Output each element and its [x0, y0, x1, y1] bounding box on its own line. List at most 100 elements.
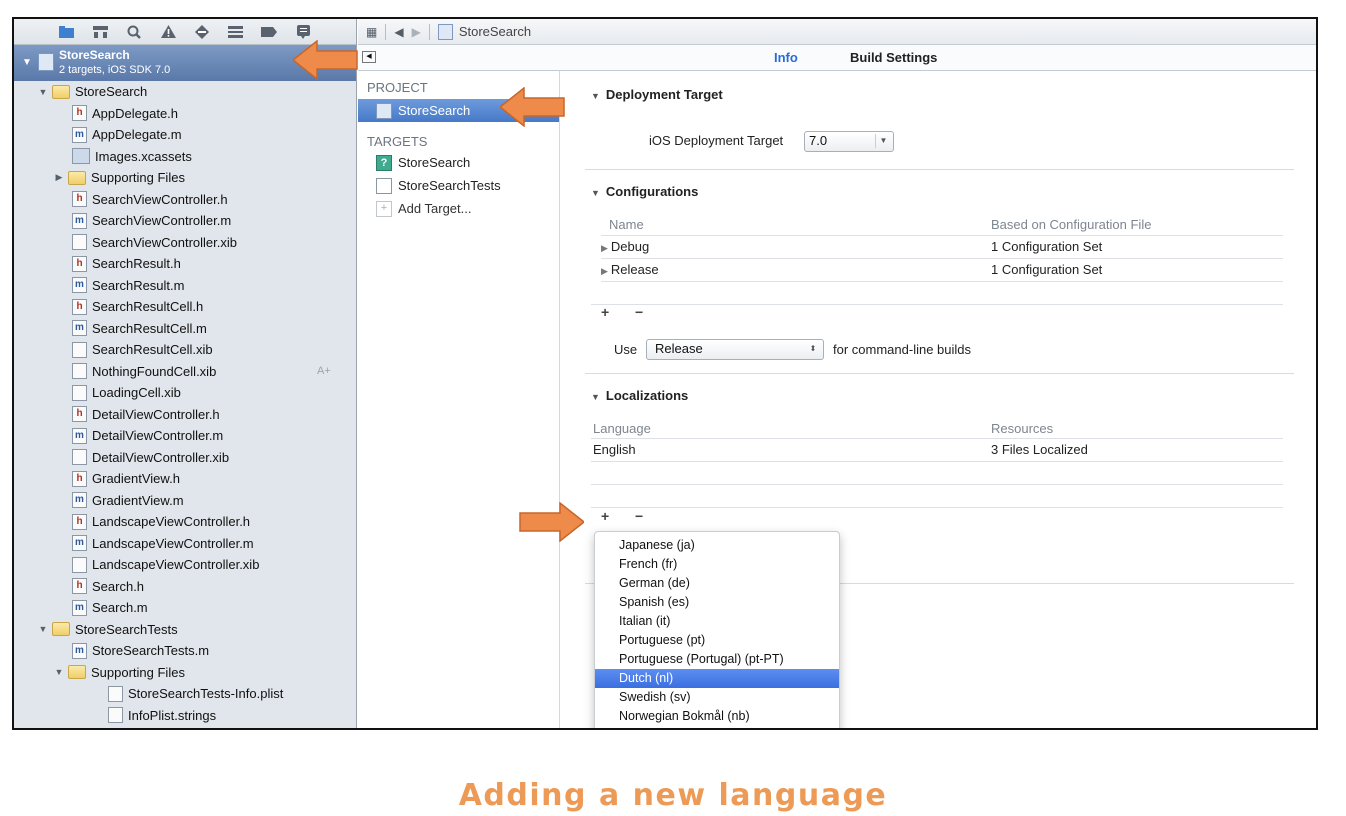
menu-item-language[interactable]: Swedish (sv) — [595, 688, 839, 707]
file-row[interactable]: h SearchResult.h — [14, 253, 356, 275]
file-row[interactable]: h Search.h — [14, 576, 356, 598]
callout-arrow-icon — [500, 87, 565, 127]
jumpbar-separator — [428, 23, 430, 40]
menu-item-language[interactable]: Portuguese (pt) — [595, 631, 839, 650]
project-file-icon — [376, 102, 392, 119]
file-row[interactable]: m StoreSearchTests.m — [14, 640, 356, 662]
group-row[interactable]: ▼ Supporting Files — [14, 662, 356, 684]
deployment-target-header[interactable]: ▼ Deployment Target — [591, 87, 723, 102]
group-row[interactable]: ▶ Supporting Files — [14, 167, 356, 189]
file-row[interactable]: h AppDelegate.h — [14, 103, 356, 125]
file-label: SearchResultCell.xib — [92, 342, 213, 358]
disclosure-open-icon[interactable]: ▼ — [22, 57, 32, 68]
remove-localization-button[interactable]: − — [635, 508, 643, 524]
tab-build-settings[interactable]: Build Settings — [850, 50, 937, 65]
file-row[interactable]: m DetailViewController.m — [14, 425, 356, 447]
breakpoint-diamond-icon[interactable] — [194, 24, 210, 39]
folder-icon — [52, 622, 70, 637]
tag-icon[interactable] — [261, 25, 278, 39]
command-line-config-popup[interactable]: Release ⬍ — [646, 339, 824, 360]
menu-item-language[interactable]: French (fr) — [595, 555, 839, 574]
remove-configuration-button[interactable]: − — [635, 304, 643, 320]
command-line-config-value: Release — [655, 341, 703, 356]
warning-icon[interactable] — [160, 25, 176, 39]
file-row[interactable]: Images.xcassets — [14, 146, 356, 168]
file-row[interactable]: h SearchViewController.h — [14, 189, 356, 211]
menu-item-language[interactable]: Dutch (nl) — [595, 669, 839, 688]
add-localization-button[interactable]: + — [601, 508, 609, 524]
folder-icon[interactable] — [59, 25, 75, 39]
hide-targets-toggle-icon[interactable]: ◀ — [362, 51, 376, 63]
log-bubble-icon[interactable] — [295, 24, 311, 39]
target-item-storesearchtests[interactable]: StoreSearchTests — [358, 174, 559, 197]
file-row[interactable]: m LandscapeViewController.m — [14, 533, 356, 555]
configurations-header[interactable]: ▼ Configurations — [591, 184, 698, 199]
list-icon[interactable] — [228, 25, 244, 39]
related-items-grid-icon[interactable]: ▦ — [366, 25, 377, 39]
use-label: Use — [614, 342, 638, 357]
ios-deployment-target-popup[interactable]: 7.0 ▼ — [804, 131, 894, 152]
file-label: StoreSearchTests.m — [92, 643, 210, 659]
file-label: StoreSearchTests — [75, 621, 178, 637]
disclosure-open-icon[interactable]: ▼ — [54, 667, 64, 677]
implementation-file-icon: m — [72, 126, 87, 143]
file-label: Images.xcassets — [95, 148, 192, 164]
callout-arrow-icon — [519, 502, 584, 542]
file-row[interactable]: InfoPlist.strings — [14, 705, 356, 727]
status-badge: A+ — [317, 365, 331, 378]
group-row[interactable]: ▼ StoreSearch — [14, 81, 356, 103]
file-row[interactable]: LandscapeViewController.xib — [14, 554, 356, 576]
disclosure-open-icon[interactable]: ▼ — [38, 624, 48, 634]
disclosure-open-icon[interactable]: ▼ — [38, 87, 48, 97]
file-row[interactable]: SearchResultCell.xib — [14, 339, 356, 361]
target-item-storesearch[interactable]: ? StoreSearch — [358, 151, 559, 174]
file-row[interactable]: h SearchResultCell.h — [14, 296, 356, 318]
disclosure-closed-icon[interactable]: ▶ — [54, 172, 64, 183]
menu-item-language[interactable]: German (de) — [595, 574, 839, 593]
file-row[interactable]: m SearchViewController.m — [14, 210, 356, 232]
file-label: GradientView.h — [92, 471, 180, 487]
add-configuration-button[interactable]: + — [601, 304, 609, 320]
file-row[interactable]: h GradientView.h — [14, 468, 356, 490]
file-row[interactable]: DetailViewController.xib — [14, 447, 356, 469]
file-row[interactable]: LoadingCell.xib — [14, 382, 356, 404]
file-row[interactable]: StoreSearchTests-Info.plist — [14, 683, 356, 705]
file-row[interactable]: m SearchResultCell.m — [14, 318, 356, 340]
callout-arrow-icon — [293, 40, 358, 80]
file-label: DetailViewController.h — [92, 406, 220, 422]
editor-tab-bar: ◀ Info Build Settings — [358, 45, 1316, 71]
menu-item-language[interactable]: Italian (it) — [595, 612, 839, 631]
search-icon[interactable] — [126, 25, 142, 39]
file-row[interactable]: NothingFoundCell.xib A+ — [14, 361, 356, 383]
file-row[interactable]: m AppDelegate.m — [14, 124, 356, 146]
menu-item-language[interactable]: Japanese (ja) — [595, 536, 839, 555]
file-row[interactable]: m GradientView.m — [14, 490, 356, 512]
add-target-button[interactable]: + Add Target... — [358, 197, 559, 220]
figure-caption: Adding a new language — [458, 778, 888, 813]
file-label: SearchViewController.h — [92, 191, 228, 207]
file-label: LandscapeViewController.m — [92, 535, 254, 551]
forward-arrow-icon[interactable]: ▶ — [412, 25, 421, 39]
menu-item-language[interactable]: Norwegian Bokmål (nb) — [595, 707, 839, 726]
tab-info[interactable]: Info — [774, 50, 798, 65]
group-row[interactable]: ▼ StoreSearchTests — [14, 619, 356, 641]
header-file-icon: h — [72, 105, 87, 122]
file-row[interactable]: SearchViewController.xib — [14, 232, 356, 254]
back-arrow-icon[interactable]: ◀ — [394, 25, 403, 39]
hierarchy-icon[interactable] — [93, 25, 109, 39]
file-row[interactable]: m Search.m — [14, 597, 356, 619]
table-divider — [591, 304, 1283, 305]
file-row[interactable]: h LandscapeViewController.h — [14, 511, 356, 533]
file-label: DetailViewController.m — [92, 428, 224, 444]
menu-item-language[interactable]: Spanish (es) — [595, 593, 839, 612]
file-row[interactable]: h DetailViewController.h — [14, 404, 356, 426]
disclosure-open-icon: ▼ — [591, 188, 600, 198]
file-row[interactable]: m SearchResult.m — [14, 275, 356, 297]
folder-icon — [68, 170, 86, 185]
file-label: Supporting Files — [91, 664, 185, 680]
file-label: StoreSearch — [75, 84, 148, 100]
jumpbar-file-name[interactable]: StoreSearch — [459, 24, 531, 39]
localizations-header[interactable]: ▼ Localizations — [591, 388, 688, 403]
file-label: GradientView.m — [92, 492, 184, 508]
menu-item-language[interactable]: Portuguese (Portugal) (pt-PT) — [595, 650, 839, 669]
